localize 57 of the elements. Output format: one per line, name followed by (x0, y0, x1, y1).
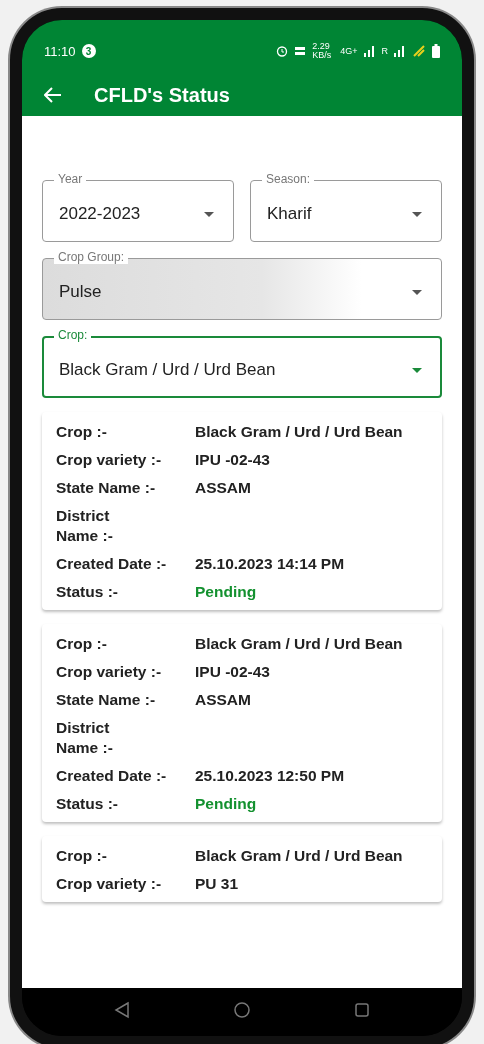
record-label: Status :- (56, 582, 119, 602)
record-label: Crop variety :- (56, 874, 163, 894)
record-label: State Name :- (56, 478, 157, 498)
record-value: ASSAM (195, 690, 252, 710)
network-type: 4G+ (340, 46, 358, 56)
dropdown-field[interactable]: Year 2022-2023 (42, 172, 234, 242)
record-value: Black Gram / Urd / Urd Bean (195, 634, 404, 654)
field-label: Season: (262, 172, 315, 186)
record-label: Crop :- (56, 634, 108, 654)
field-label: Crop Group: (54, 250, 129, 264)
notification-count: 3 (81, 44, 96, 58)
record-value: ASSAM (195, 478, 252, 498)
field-value: Kharif (267, 204, 313, 224)
lightning-icon (412, 45, 426, 57)
record-label: District Name :- (56, 506, 114, 546)
network-speed: 2.29 KB/s (312, 42, 333, 60)
record-label: Status :- (56, 794, 119, 814)
status-value: Pending (195, 582, 258, 602)
record-value: IPU -02-43 (195, 450, 271, 470)
dropdown-field[interactable]: Crop: Black Gram / Urd / Urd Bean (42, 328, 442, 398)
screen-title: CFLD's Status (94, 83, 230, 107)
record-label: Crop :- (56, 846, 108, 866)
record-label: Crop variety :- (56, 662, 163, 682)
field-value: Pulse (59, 282, 103, 302)
alarm-icon (276, 45, 289, 57)
dropdown-field[interactable]: Season: Kharif (250, 172, 442, 242)
dropdown-caret-icon (412, 367, 422, 373)
record-value: Black Gram / Urd / Urd Bean (195, 422, 404, 442)
field-value: 2022-2023 (59, 204, 142, 224)
dropdown-caret-icon (412, 211, 422, 217)
roaming-indicator: R (381, 46, 388, 56)
record-label: Crop :- (56, 422, 108, 442)
record-value: 25.10.2023 12:50 PM (195, 766, 346, 786)
record-value: IPU -02-43 (195, 662, 271, 682)
battery-icon (432, 44, 440, 58)
record-label: District Name :- (56, 718, 114, 758)
field-label: Crop: (54, 328, 92, 342)
back-triangle-icon[interactable] (113, 1001, 130, 1019)
dropdown-caret-icon (204, 211, 214, 217)
back-arrow-icon (44, 87, 62, 103)
field-label: Year (54, 172, 87, 186)
field-value: Black Gram / Urd / Urd Bean (59, 360, 277, 380)
home-circle-icon[interactable] (233, 1001, 251, 1019)
status-time: 11:10 (44, 43, 76, 59)
signal-icon (394, 45, 406, 57)
recents-square-icon[interactable] (354, 1002, 371, 1018)
record-label: Created Date :- (56, 766, 168, 786)
signal-icon (363, 45, 376, 57)
record-value: 25.10.2023 14:14 PM (195, 554, 346, 574)
dropdown-caret-icon (412, 289, 422, 295)
record-value: PU 31 (195, 874, 240, 894)
status-value: Pending (195, 794, 258, 814)
record-label: State Name :- (56, 690, 157, 710)
back-button[interactable] (44, 87, 62, 103)
record-label: Created Date :- (56, 554, 168, 574)
record-label: Crop variety :- (56, 450, 163, 470)
record-value: Black Gram / Urd / Urd Bean (195, 846, 404, 866)
